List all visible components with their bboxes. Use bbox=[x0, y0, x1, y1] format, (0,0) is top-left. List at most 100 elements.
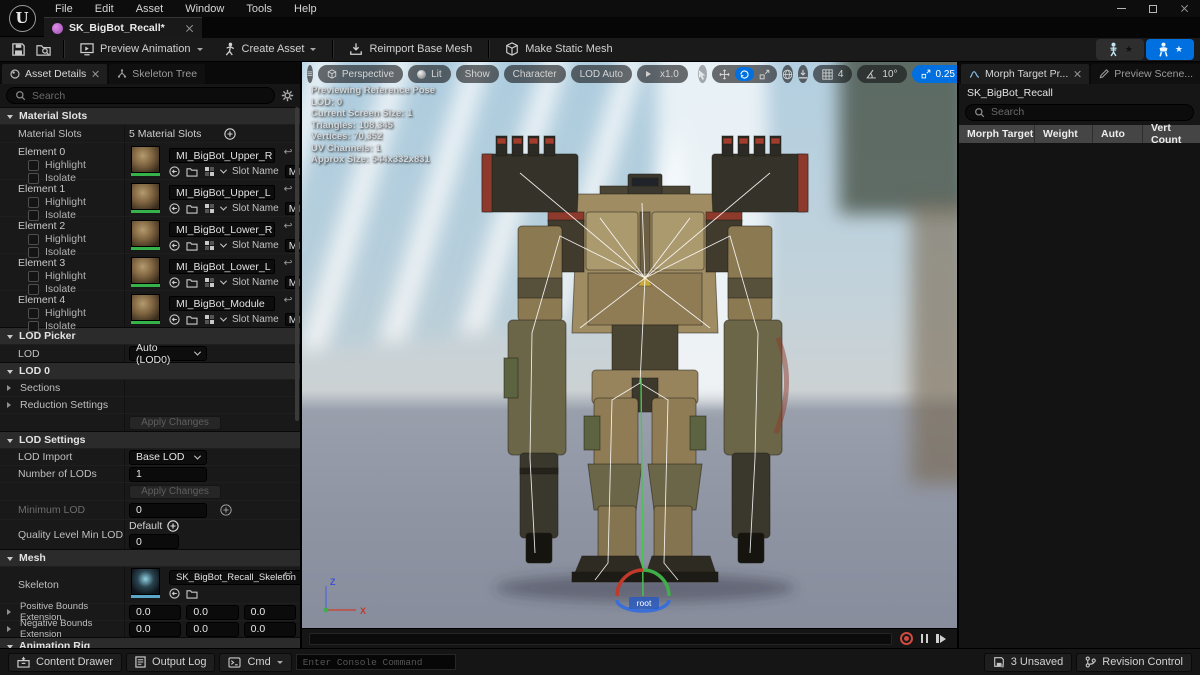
reimport-base-mesh-button[interactable]: Reimport Base Mesh bbox=[340, 39, 481, 59]
surface-snapping-button[interactable] bbox=[798, 65, 808, 83]
column-weight[interactable]: Weight bbox=[1035, 125, 1093, 143]
highlight-checkbox[interactable] bbox=[28, 308, 39, 319]
apply-changes-button[interactable]: Apply Changes bbox=[129, 485, 221, 499]
record-button[interactable] bbox=[900, 632, 913, 645]
use-selected-icon[interactable] bbox=[169, 314, 180, 325]
lod-dropdown[interactable]: Auto (LOD0) bbox=[129, 346, 207, 361]
bounds-x-field[interactable]: 0.0 bbox=[129, 605, 181, 620]
lod-import-dropdown[interactable]: Base LOD bbox=[129, 450, 207, 465]
skeleton-mode-button[interactable]: ★ bbox=[1096, 39, 1144, 60]
highlight-checkbox[interactable] bbox=[28, 271, 39, 282]
character-menu-button[interactable]: Character bbox=[504, 65, 566, 83]
material-name-field[interactable]: MI_BigBot_Upper_R bbox=[169, 148, 275, 163]
reset-to-default-icon[interactable]: ↩ bbox=[280, 294, 296, 306]
tab-morph-target-preview[interactable]: Morph Target Pr... bbox=[961, 64, 1089, 84]
morph-target-list[interactable] bbox=[959, 143, 1200, 648]
browse-icon[interactable] bbox=[186, 278, 198, 288]
highlight-checkbox[interactable] bbox=[28, 234, 39, 245]
rotation-snap-button[interactable]: 10° bbox=[857, 65, 906, 83]
minimize-button[interactable] bbox=[1112, 2, 1130, 15]
add-override-icon[interactable] bbox=[220, 504, 232, 516]
preview-viewport[interactable]: root ≡ Perspective Lit Show Character LO… bbox=[302, 62, 957, 648]
skeleton-thumbnail[interactable] bbox=[131, 568, 160, 598]
browse-icon[interactable] bbox=[186, 167, 198, 177]
column-auto[interactable]: Auto bbox=[1093, 125, 1143, 143]
category-lod-settings[interactable]: LOD Settings bbox=[0, 431, 300, 448]
scale-snap-button[interactable]: 0.25 bbox=[912, 65, 957, 83]
bounds-y-field[interactable]: 0.0 bbox=[186, 605, 238, 620]
browse-to-asset-button[interactable] bbox=[32, 39, 56, 59]
use-selected-icon[interactable] bbox=[169, 240, 180, 251]
pause-button[interactable] bbox=[921, 634, 929, 643]
browse-icon[interactable] bbox=[186, 204, 198, 214]
morph-search-input[interactable] bbox=[965, 104, 1194, 121]
add-quality-override-icon[interactable] bbox=[167, 520, 179, 532]
material-name-field[interactable]: MI_BigBot_Upper_L bbox=[169, 185, 275, 200]
unsaved-assets-button[interactable]: 3 Unsaved bbox=[984, 653, 1073, 672]
material-thumbnail[interactable] bbox=[131, 257, 160, 287]
category-material-slots[interactable]: Material Slots bbox=[0, 107, 300, 124]
make-static-mesh-button[interactable]: Make Static Mesh bbox=[496, 39, 621, 59]
console-command-input[interactable] bbox=[296, 654, 456, 670]
playback-speed-button[interactable]: x1.0 bbox=[637, 65, 688, 83]
use-selected-icon[interactable] bbox=[169, 588, 180, 599]
bounds-x-field[interactable]: 0.0 bbox=[129, 622, 181, 637]
details-scrollbar[interactable] bbox=[295, 107, 299, 648]
perspective-button[interactable]: Perspective bbox=[318, 65, 403, 83]
create-asset-button[interactable]: Create Asset bbox=[214, 39, 326, 59]
grid-snap-button[interactable]: 4 bbox=[813, 65, 853, 83]
details-search-input[interactable] bbox=[6, 87, 275, 104]
tab-close-icon[interactable] bbox=[1073, 70, 1081, 78]
tab-preview-scene-settings[interactable]: Preview Scene... bbox=[1091, 64, 1200, 84]
content-drawer-button[interactable]: Content Drawer bbox=[8, 653, 122, 672]
world-coordinate-button[interactable] bbox=[782, 65, 793, 83]
asset-tab[interactable]: SK_BigBot_Recall* bbox=[44, 17, 202, 38]
preview-animation-button[interactable]: Preview Animation bbox=[71, 39, 212, 59]
show-menu-button[interactable]: Show bbox=[456, 65, 499, 83]
menu-file[interactable]: File bbox=[44, 3, 84, 15]
reset-to-default-icon[interactable]: ↩ bbox=[280, 568, 296, 580]
timeline-scrubber[interactable] bbox=[309, 633, 892, 645]
material-options-icon[interactable] bbox=[204, 240, 215, 251]
material-options-icon[interactable] bbox=[204, 203, 215, 214]
browse-icon[interactable] bbox=[186, 589, 198, 599]
menu-asset[interactable]: Asset bbox=[125, 3, 175, 15]
material-thumbnail[interactable] bbox=[131, 183, 160, 213]
material-options-icon[interactable] bbox=[204, 166, 215, 177]
menu-help[interactable]: Help bbox=[283, 3, 328, 15]
highlight-checkbox[interactable] bbox=[28, 160, 39, 171]
material-thumbnail[interactable] bbox=[131, 294, 160, 324]
column-vert-count[interactable]: Vert Count bbox=[1143, 125, 1200, 143]
rotate-tool-button[interactable] bbox=[735, 67, 754, 81]
material-thumbnail[interactable] bbox=[131, 146, 160, 176]
menu-tools[interactable]: Tools bbox=[235, 3, 283, 15]
cmd-selector-button[interactable]: Cmd bbox=[219, 653, 291, 672]
use-selected-icon[interactable] bbox=[169, 166, 180, 177]
highlight-checkbox[interactable] bbox=[28, 197, 39, 208]
browse-icon[interactable] bbox=[186, 241, 198, 251]
material-thumbnail[interactable] bbox=[131, 220, 160, 250]
column-morph-target[interactable]: Morph Target bbox=[959, 125, 1035, 143]
tab-asset-details[interactable]: Asset Details bbox=[2, 64, 107, 84]
menu-window[interactable]: Window bbox=[174, 3, 235, 15]
lit-mode-button[interactable]: Lit bbox=[408, 65, 451, 83]
maximize-button[interactable] bbox=[1144, 2, 1162, 15]
output-log-button[interactable]: Output Log bbox=[126, 653, 215, 672]
revision-control-button[interactable]: Revision Control bbox=[1076, 653, 1192, 672]
sections-expander[interactable]: Sections bbox=[0, 380, 125, 396]
material-options-icon[interactable] bbox=[204, 277, 215, 288]
bounds-z-field[interactable]: 0.0 bbox=[244, 622, 296, 637]
tab-skeleton-tree[interactable]: Skeleton Tree bbox=[109, 64, 205, 84]
reset-to-default-icon[interactable]: ↩ bbox=[280, 183, 296, 195]
chevron-down-icon[interactable] bbox=[220, 167, 227, 174]
close-button[interactable] bbox=[1176, 2, 1194, 15]
add-material-slot-icon[interactable] bbox=[224, 128, 236, 140]
bounds-y-field[interactable]: 0.0 bbox=[186, 622, 238, 637]
bounds-z-field[interactable]: 0.0 bbox=[244, 605, 296, 620]
negative-bounds-expander[interactable]: Negative Bounds Extension bbox=[0, 621, 125, 637]
chevron-down-icon[interactable] bbox=[220, 204, 227, 211]
chevron-down-icon[interactable] bbox=[220, 241, 227, 248]
scale-tool-button[interactable] bbox=[755, 67, 774, 81]
lod-auto-button[interactable]: LOD Auto bbox=[571, 65, 632, 83]
reduction-settings-expander[interactable]: Reduction Settings bbox=[0, 397, 125, 413]
